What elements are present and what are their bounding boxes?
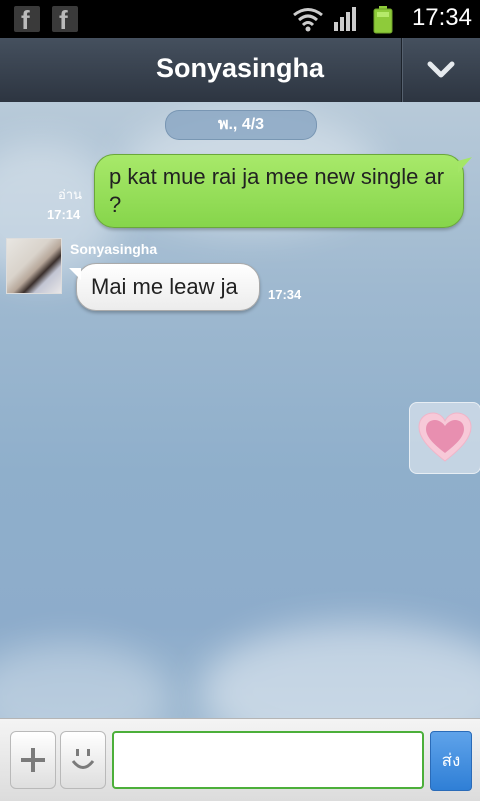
battery-icon bbox=[373, 6, 393, 34]
header-menu-button[interactable] bbox=[402, 38, 480, 102]
incoming-message-bubble[interactable]: Mai me leaw ja bbox=[69, 263, 260, 311]
bubble-tail bbox=[458, 157, 472, 173]
facebook-icon: f bbox=[52, 5, 78, 35]
chat-header: Sonyasingha bbox=[0, 38, 480, 103]
facebook-icon: f bbox=[14, 5, 40, 35]
chevron-down-icon bbox=[427, 61, 455, 78]
message-text: Mai me leaw ja bbox=[91, 274, 238, 299]
wifi-icon bbox=[293, 8, 323, 32]
outgoing-message-bubble[interactable]: p kat mue rai ja mee new single ar ? bbox=[94, 154, 472, 228]
chat-area[interactable]: พ., 4/3 อ่าน 17:14 p kat mue rai ja mee … bbox=[0, 102, 480, 718]
avatar[interactable] bbox=[6, 238, 62, 294]
read-receipt: อ่าน bbox=[58, 188, 82, 203]
message-input-bar: ส่ง bbox=[0, 718, 480, 801]
sticker-shortcut-button[interactable] bbox=[409, 402, 480, 474]
message-text: p kat mue rai ja mee new single ar ? bbox=[109, 164, 445, 217]
message-input[interactable] bbox=[112, 731, 424, 789]
smiley-icon bbox=[71, 749, 95, 769]
sender-name: Sonyasingha bbox=[70, 241, 158, 257]
heart-icon bbox=[418, 412, 472, 462]
bubble-tail bbox=[69, 268, 81, 280]
add-button[interactable] bbox=[10, 731, 56, 789]
emoji-button[interactable] bbox=[60, 731, 106, 789]
plus-icon bbox=[21, 748, 45, 772]
clock: 17:34 bbox=[411, 4, 472, 31]
send-button[interactable]: ส่ง bbox=[430, 731, 472, 791]
signal-icon bbox=[334, 7, 356, 31]
date-separator: พ., 4/3 bbox=[165, 110, 317, 140]
status-bar: f f 17:34 bbox=[0, 0, 480, 38]
message-time: 17:34 bbox=[268, 287, 302, 302]
message-time: 17:14 bbox=[47, 207, 81, 222]
